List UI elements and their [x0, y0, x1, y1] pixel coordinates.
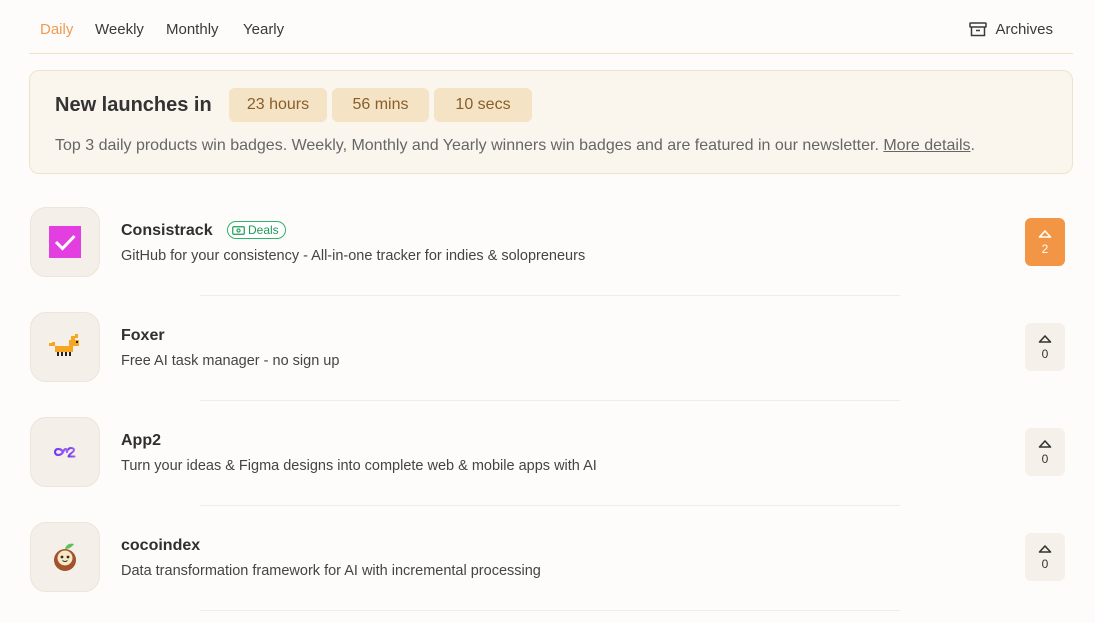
- upvote-arrow-icon: [1038, 229, 1052, 238]
- upvote-arrow-icon: [1038, 544, 1052, 553]
- checkbox-icon: [49, 226, 81, 258]
- ticket-icon: [232, 225, 245, 235]
- page: Daily Weekly Monthly Yearly Archives New…: [0, 0, 1095, 623]
- upvote-arrow-icon: [1038, 439, 1052, 448]
- product-name[interactable]: App2: [121, 432, 161, 450]
- coconut-icon: [54, 543, 76, 571]
- deals-badge-label: Deals: [248, 223, 279, 237]
- product-name[interactable]: Consistrack: [121, 222, 213, 240]
- foxer-logo: [30, 312, 100, 382]
- product-tagline: Turn your ideas & Figma designs into com…: [121, 458, 597, 474]
- banner-description: Top 3 daily products win badges. Weekly,…: [55, 137, 975, 155]
- upvote-button[interactable]: 2: [1025, 218, 1065, 266]
- infinity-2-icon: [53, 447, 76, 458]
- product-tagline: GitHub for your consistency - All-in-one…: [121, 248, 586, 264]
- row-divider: [200, 610, 900, 611]
- product-row[interactable]: Foxer Free AI task manager - no sign up …: [29, 312, 1073, 417]
- product-row[interactable]: Consistrack Deals GitHub for your consis…: [29, 207, 1073, 312]
- tab-monthly[interactable]: Monthly: [166, 21, 219, 39]
- tab-yearly[interactable]: Yearly: [243, 21, 284, 39]
- vote-count: 0: [1041, 451, 1049, 466]
- cocoindex-logo: [30, 522, 100, 592]
- more-details-link[interactable]: More details: [883, 137, 970, 154]
- banner-trailing-period: .: [970, 137, 975, 154]
- archives-label: Archives: [995, 21, 1053, 38]
- countdown-mins: 56 mins: [332, 88, 429, 122]
- product-name[interactable]: Foxer: [121, 327, 165, 345]
- archive-box-icon: [969, 22, 988, 37]
- upvote-arrow-icon: [1038, 334, 1052, 343]
- product-row[interactable]: App2 Turn your ideas & Figma designs int…: [29, 417, 1073, 522]
- product-row[interactable]: cocoindex Data transformation framework …: [29, 522, 1073, 623]
- upvote-button[interactable]: 0: [1025, 533, 1065, 581]
- banner-title: New launches in: [55, 94, 212, 116]
- row-divider: [200, 505, 900, 506]
- row-divider: [200, 295, 900, 296]
- banner-description-text: Top 3 daily products win badges. Weekly,…: [55, 137, 879, 154]
- vote-count: 2: [1041, 241, 1049, 256]
- tab-daily[interactable]: Daily: [40, 21, 73, 39]
- product-tagline: Data transformation framework for AI wit…: [121, 563, 541, 579]
- countdown-secs: 10 secs: [434, 88, 532, 122]
- archives-link[interactable]: Archives: [969, 21, 1053, 38]
- vote-count: 0: [1041, 556, 1049, 571]
- fox-icon: [49, 334, 79, 356]
- product-tagline: Free AI task manager - no sign up: [121, 353, 340, 369]
- consistrack-logo: [30, 207, 100, 277]
- launch-countdown-banner: New launches in 23 hours 56 mins 10 secs…: [29, 70, 1073, 174]
- row-divider: [200, 400, 900, 401]
- deals-badge: Deals: [227, 221, 286, 239]
- period-tabs: Daily Weekly Monthly Yearly Archives: [29, 0, 1073, 54]
- product-name[interactable]: cocoindex: [121, 537, 200, 555]
- app2-logo: [30, 417, 100, 487]
- vote-count: 0: [1041, 346, 1049, 361]
- countdown-hours: 23 hours: [229, 88, 327, 122]
- upvote-button[interactable]: 0: [1025, 323, 1065, 371]
- tab-weekly[interactable]: Weekly: [95, 21, 144, 39]
- upvote-button[interactable]: 0: [1025, 428, 1065, 476]
